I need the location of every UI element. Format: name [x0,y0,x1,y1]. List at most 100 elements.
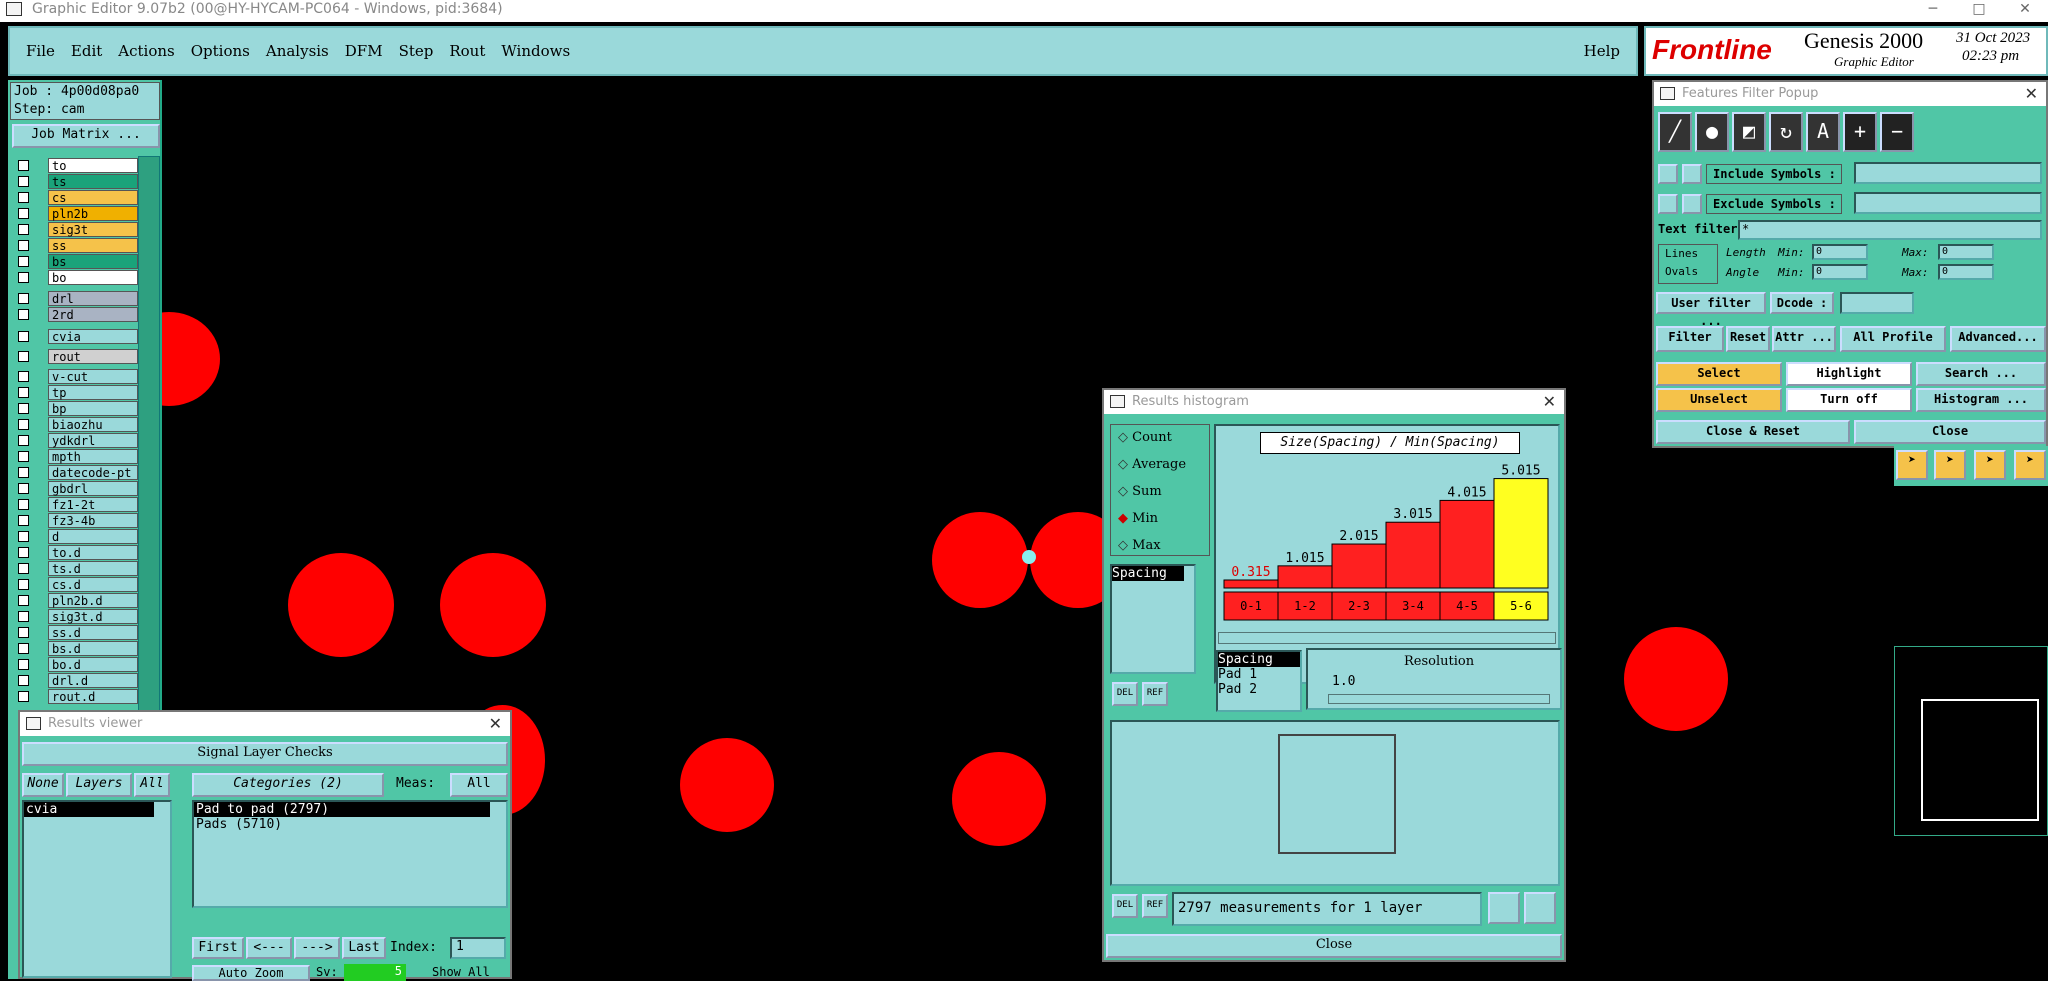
layer-row[interactable]: to.d [8,545,138,560]
layer-row[interactable]: ss [8,238,138,253]
layer-row[interactable]: fz3-4b [8,513,138,528]
list-item[interactable]: Spacing [1112,566,1184,581]
none-button[interactable]: None [22,773,64,797]
list-item[interactable]: Pad 2 [1218,682,1300,697]
menu-windows[interactable]: Windows [501,42,570,60]
layer-name[interactable]: mpth [48,449,138,464]
list-item[interactable]: Pad to pad (2797) [194,802,490,817]
mini-map[interactable] [1894,646,2048,836]
signal-layer-checks-button[interactable]: Signal Layer Checks [22,742,508,766]
chart-scrollbar[interactable] [1218,632,1556,644]
arrow-icon[interactable] [1682,164,1702,184]
layer-checkbox[interactable] [18,403,29,414]
layer-checkbox[interactable] [18,435,29,446]
layer-row[interactable]: rout.d [8,689,138,704]
histogram-bar[interactable] [1223,579,1279,589]
layer-row[interactable]: bo [8,270,138,285]
layer-checkbox[interactable] [18,256,29,267]
layer-checkbox[interactable] [18,547,29,558]
attr-list[interactable]: Spacing Pad 1 Pad 2 [1216,650,1302,712]
first-button[interactable]: First [192,937,244,959]
layer-row[interactable]: cvia [8,329,138,344]
unselect-button[interactable]: Unselect [1656,388,1782,412]
layer-row[interactable]: drl [8,291,138,306]
layer-row[interactable]: mpth [8,449,138,464]
layer-row[interactable]: biaozhu [8,417,138,432]
meas-select[interactable]: All [450,773,508,797]
show-all-toggle[interactable]: Show All [432,965,490,979]
layer-name[interactable]: datecode-pt [48,465,138,480]
user-filter-button[interactable]: User filter ... [1656,292,1766,328]
layer-name[interactable]: drl.d [48,673,138,688]
select-button[interactable]: Select [1656,362,1782,386]
layer-checkbox[interactable] [18,272,29,283]
layer-checkbox[interactable] [18,208,29,219]
resolution-slider[interactable] [1328,694,1550,704]
pad-icon[interactable]: ● [1695,112,1729,152]
turn-off-button[interactable]: Turn off [1786,388,1912,412]
layer-name[interactable]: rout [48,349,138,364]
layer-row[interactable]: bs [8,254,138,269]
menu-file[interactable]: File [26,42,55,60]
layer-name[interactable]: fz3-4b [48,513,138,528]
close-icon[interactable]: ✕ [2025,82,2038,106]
layer-name[interactable]: to.d [48,545,138,560]
layer-name[interactable]: ydkdrl [48,433,138,448]
layer-results-list[interactable]: cvia [22,800,172,978]
del-button[interactable]: DEL [1112,682,1138,706]
line-icon[interactable]: ╱ [1658,112,1692,152]
text-icon[interactable]: A [1806,112,1840,152]
layer-checkbox[interactable] [18,659,29,670]
layer-row[interactable]: rout [8,349,138,364]
layer-checkbox[interactable] [18,515,29,526]
layer-name[interactable]: to [48,158,138,173]
del-button[interactable]: DEL [1112,894,1138,918]
layer-name[interactable]: 2rd [48,307,138,322]
pointer-icon[interactable]: ➤ [2014,450,2046,480]
stat-option-min[interactable]: ◆ Min [1118,511,1158,526]
layer-checkbox[interactable] [18,627,29,638]
layer-checkbox[interactable] [18,563,29,574]
advanced-button[interactable]: Advanced... [1950,326,2046,352]
layer-row[interactable]: fz1-2t [8,497,138,512]
layer-name[interactable]: cs [48,190,138,205]
length-min-input[interactable]: 0 [1812,244,1868,260]
job-matrix-button[interactable]: Job Matrix ... [12,124,160,148]
attr-button[interactable]: Attr ... [1772,326,1836,352]
pointer-icon[interactable]: ➤ [1974,450,2006,480]
histogram-bar[interactable] [1331,543,1387,589]
layer-name[interactable]: ss [48,238,138,253]
filter-toggle[interactable]: Filter [1656,326,1724,352]
layer-row[interactable]: ydkdrl [8,433,138,448]
layer-checkbox[interactable] [18,499,29,510]
surface-icon[interactable]: ◩ [1732,112,1766,152]
pan-icon[interactable] [1524,892,1556,924]
layer-row[interactable]: drl.d [8,673,138,688]
histogram-close-button[interactable]: Close [1106,934,1562,958]
layer-name[interactable]: pln2b [48,206,138,221]
layer-list-scrollbar[interactable] [138,156,160,711]
ref-button[interactable]: REF [1142,682,1168,706]
menu-step[interactable]: Step [399,42,434,60]
dcode-button[interactable]: Dcode : [1770,292,1834,314]
highlight-button[interactable]: Highlight [1786,362,1912,386]
arrow-icon[interactable] [1658,194,1678,214]
layer-row[interactable]: ts [8,174,138,189]
all-profile-select[interactable]: All Profile [1840,326,1946,352]
previous-button[interactable]: <--- [246,937,292,959]
filter-close-button[interactable]: Close [1854,420,2046,444]
menu-edit[interactable]: Edit [71,42,102,60]
layer-name[interactable]: sig3t [48,222,138,237]
index-input[interactable]: 1 [450,937,506,959]
histogram-bar[interactable] [1493,478,1549,589]
histogram-bar[interactable] [1385,521,1441,589]
pointer-icon[interactable]: ➤ [1896,450,1928,480]
zoom-icon[interactable] [1488,892,1520,924]
dcode-input[interactable] [1840,292,1914,314]
ovals-toggle[interactable]: Ovals [1665,263,1717,281]
text-filter-input[interactable]: * [1738,220,2042,240]
layer-checkbox[interactable] [18,351,29,362]
layer-row[interactable]: datecode-pt [8,465,138,480]
layer-row[interactable]: 2rd [8,307,138,322]
layer-row[interactable]: cs.d [8,577,138,592]
